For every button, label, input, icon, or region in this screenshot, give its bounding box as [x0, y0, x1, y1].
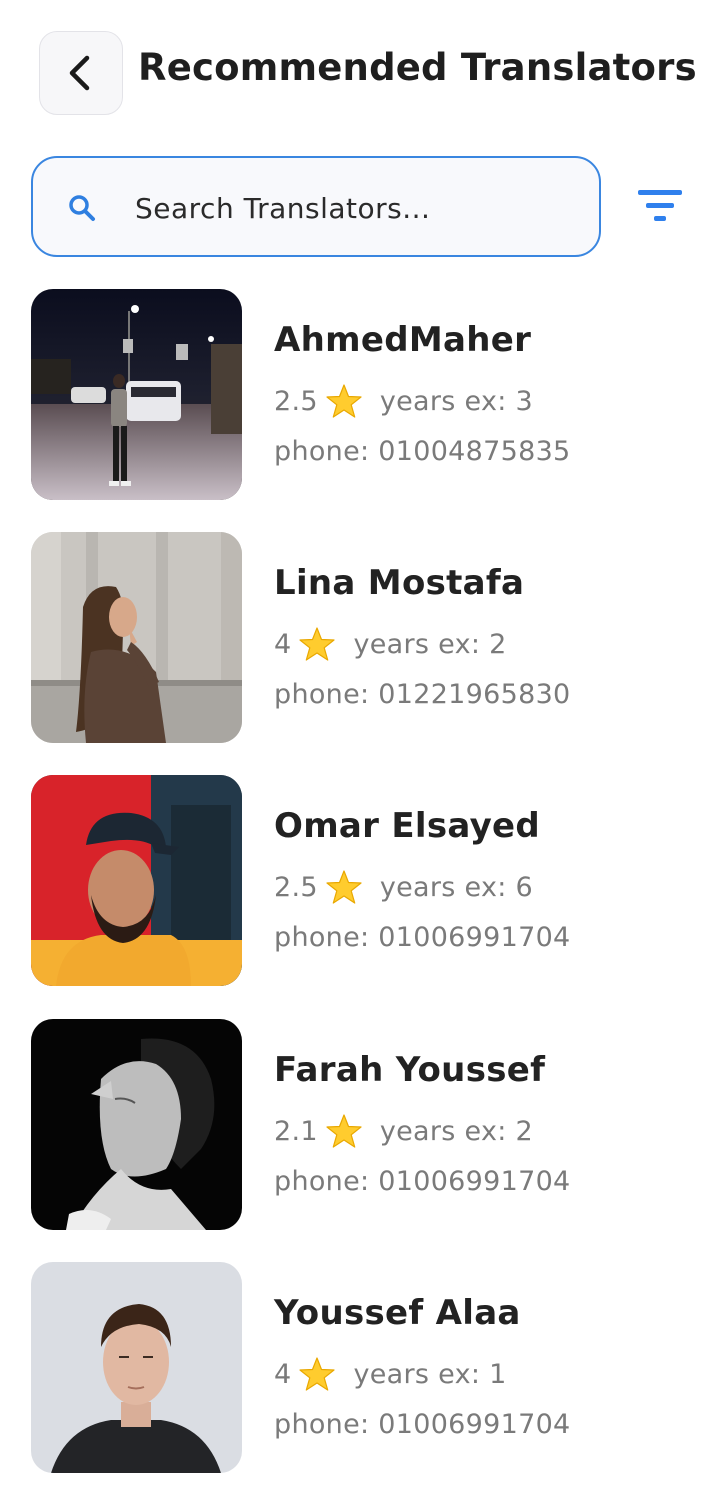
phone-number: phone: 01221965830: [274, 679, 571, 710]
page-title: Recommended Translators: [138, 46, 697, 89]
years-experience: years ex: 2: [379, 1115, 534, 1147]
rating-value: 2.5: [274, 871, 318, 903]
phone-number: phone: 01004875835: [274, 436, 571, 467]
translator-card[interactable]: Farah Youssef 2.1 years ex: 2 phone: 010…: [0, 1018, 720, 1232]
translator-meta: 2.5 years ex: 6: [274, 870, 533, 904]
translator-avatar: [31, 1019, 242, 1230]
chevron-left-icon: [69, 55, 90, 91]
star-icon: [326, 870, 362, 904]
translator-avatar: [31, 775, 242, 986]
search-icon: [69, 195, 95, 221]
back-button[interactable]: [39, 31, 123, 115]
filter-icon[interactable]: [632, 184, 688, 228]
translator-avatar: [31, 289, 242, 500]
translator-meta: 4 years ex: 2: [274, 627, 507, 661]
app-header: Recommended Translators: [0, 0, 720, 140]
translator-name: Lina Mostafa: [274, 563, 525, 603]
translator-card[interactable]: Youssef Alaa 4 years ex: 1 phone: 010069…: [0, 1261, 720, 1475]
rating-value: 2.5: [274, 385, 318, 417]
search-input[interactable]: [133, 180, 577, 236]
rating-value: 2.1: [274, 1115, 318, 1147]
years-experience: years ex: 3: [379, 385, 534, 417]
translator-meta: 4 years ex: 1: [274, 1357, 507, 1391]
phone-number: phone: 01006991704: [274, 1166, 571, 1197]
phone-number: phone: 01006991704: [274, 922, 571, 953]
translator-name: Youssef Alaa: [274, 1293, 521, 1333]
years-experience: years ex: 2: [353, 628, 507, 660]
phone-number: phone: 01006991704: [274, 1409, 571, 1440]
star-icon: [326, 384, 362, 418]
translator-avatar: [31, 532, 242, 743]
star-icon: [299, 627, 336, 661]
translator-card[interactable]: Lina Mostafa 4 years ex: 2 phone: 012219…: [0, 531, 720, 745]
star-icon: [326, 1114, 362, 1148]
rating-value: 4: [274, 628, 292, 660]
translator-name: Omar Elsayed: [274, 806, 541, 846]
search-bar[interactable]: [31, 156, 601, 257]
years-experience: years ex: 1: [353, 1358, 507, 1390]
translator-meta: 2.5 years ex: 3: [274, 384, 533, 418]
translator-card[interactable]: AhmedMaher 2.5 years ex: 3 phone: 010048…: [0, 288, 720, 502]
translator-avatar: [31, 1262, 242, 1473]
translator-meta: 2.1 years ex: 2: [274, 1114, 533, 1148]
translator-card[interactable]: Omar Elsayed 2.5 years ex: 6 phone: 0100…: [0, 774, 720, 988]
rating-value: 4: [274, 1358, 292, 1390]
years-experience: years ex: 6: [379, 871, 534, 903]
translator-name: Farah Youssef: [274, 1050, 546, 1090]
translator-name: AhmedMaher: [274, 320, 532, 360]
star-icon: [299, 1357, 336, 1391]
